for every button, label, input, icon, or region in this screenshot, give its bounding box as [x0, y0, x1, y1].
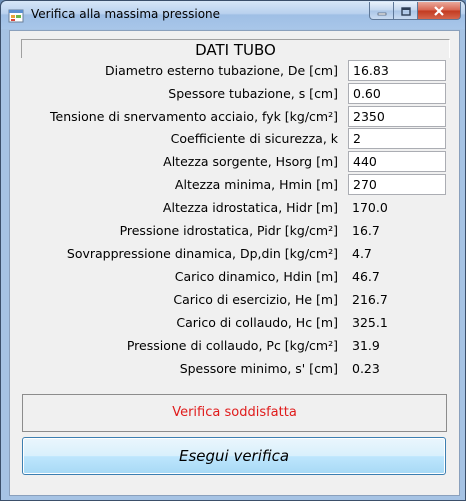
window-title: Verifica alla massima pressione: [31, 7, 221, 21]
label-spessore-tubazione: Spessore tubazione, s [cm]: [168, 86, 338, 101]
maximize-icon: [400, 1, 411, 20]
label-carico-collaudo: Carico di collaudo, Hc [m]: [176, 315, 338, 330]
label-pressione-idrostatica: Pressione idrostatica, Pidr [kg/cm²]: [119, 223, 338, 238]
input-altezza-sorgente[interactable]: 440: [348, 151, 446, 172]
app-window: Verifica alla massima pressione DATI TUB…: [0, 0, 466, 501]
value-carico-collaudo: 325.1: [352, 315, 388, 330]
value-carico-esercizio: 216.7: [352, 292, 388, 307]
close-icon: [433, 1, 445, 20]
label-pressione-collaudo: Pressione di collaudo, Pc [kg/cm²]: [126, 338, 338, 353]
value-altezza-idrostatica: 170.0: [352, 200, 388, 215]
value-carico-dinamico: 46.7: [352, 269, 380, 284]
label-altezza-idrostatica: Altezza idrostatica, Hidr [m]: [162, 200, 338, 215]
label-tensione-snervamento: Tensione di snervamento acciaio, fyk [kg…: [50, 109, 338, 124]
value-sovrappressione-dinamica: 4.7: [352, 246, 372, 261]
label-altezza-minima: Altezza minima, Hmin [m]: [174, 177, 338, 192]
esegui-verifica-button[interactable]: Esegui verifica: [22, 437, 446, 475]
minimize-button[interactable]: [369, 2, 394, 20]
minimize-icon: [377, 1, 387, 20]
maximize-button[interactable]: [393, 2, 418, 20]
label-carico-dinamico: Carico dinamico, Hdin [m]: [174, 269, 338, 284]
input-coefficiente-sicurezza[interactable]: 2: [348, 128, 446, 149]
app-form-icon: [8, 8, 24, 24]
close-button[interactable]: [417, 2, 461, 20]
input-altezza-minima[interactable]: 270: [348, 174, 446, 195]
input-tensione-snervamento[interactable]: 2350: [348, 106, 446, 127]
title-bar[interactable]: Verifica alla massima pressione: [1, 1, 465, 29]
section-title: DATI TUBO: [21, 39, 450, 59]
label-spessore-minimo: Spessore minimo, s' [cm]: [179, 361, 338, 376]
label-altezza-sorgente: Altezza sorgente, Hsorg [m]: [163, 154, 338, 169]
form-client-area: DATI TUBO Diametro esterno tubazione, De…: [9, 30, 460, 496]
value-spessore-minimo: 0.23: [352, 361, 380, 376]
label-sovrappressione-dinamica: Sovrappressione dinamica, Dp,din [kg/cm²…: [66, 246, 338, 261]
label-carico-esercizio: Carico di esercizio, He [m]: [173, 292, 338, 307]
label-diametro-esterno: Diametro esterno tubazione, De [cm]: [104, 63, 338, 78]
result-status: Verifica soddisfatta: [22, 394, 447, 432]
value-pressione-idrostatica: 16.7: [352, 223, 380, 238]
value-pressione-collaudo: 31.9: [352, 338, 380, 353]
input-diametro-esterno[interactable]: 16.83: [348, 60, 446, 81]
input-spessore-tubazione[interactable]: 0.60: [348, 83, 446, 104]
label-coefficiente-sicurezza: Coefficiente di sicurezza, k: [170, 131, 338, 146]
